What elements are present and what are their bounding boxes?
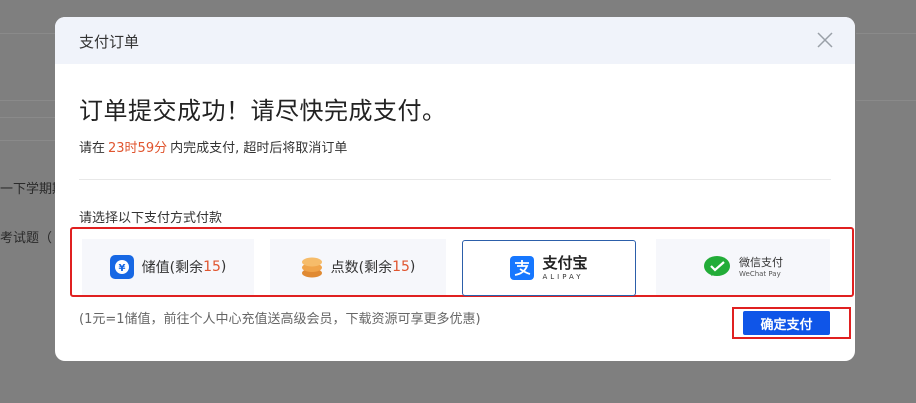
points-count: 15 <box>392 259 410 275</box>
background-divider <box>0 33 60 34</box>
wechat-sublabel: WeChat Pay <box>739 269 781 278</box>
alipay-sublabel: ALIPAY <box>542 272 584 281</box>
svg-text:¥: ¥ <box>118 263 125 274</box>
payment-method-label: 请选择以下支付方式付款 <box>79 211 223 226</box>
timer-suffix: 内完成支付, 超时后将取消订单 <box>170 141 348 156</box>
coins-icon <box>301 255 323 279</box>
dialog-header: 支付订单 <box>55 17 855 64</box>
divider <box>79 179 831 180</box>
points-label: 点数(剩余 <box>330 260 393 276</box>
page-title: 订单提交成功！请尽快完成支付。 <box>79 97 447 125</box>
payment-option-alipay[interactable]: 支付宝 ALIPAY <box>462 240 636 296</box>
timer-notice: 请在 23时59分 内完成支付, 超时后将取消订单 <box>79 137 347 156</box>
recharge-note: (1元=1储值，前往个人中心充值送高级会员，下载资源可享更多优惠) <box>79 312 481 327</box>
countdown-timer: 23时59分 <box>108 141 168 156</box>
confirm-payment-button[interactable]: 确定支付 <box>743 311 830 335</box>
payment-option-points[interactable]: 点数(剩余 15) <box>270 239 446 295</box>
payment-option-stored-value[interactable]: ¥ 储值(剩余 15) <box>82 239 254 295</box>
close-icon[interactable] <box>815 30 835 50</box>
background-text: 考试题（ <box>0 231 53 246</box>
stored-value-suffix: ) <box>220 259 227 275</box>
payment-dialog: 支付订单 订单提交成功！请尽快完成支付。 请在 23时59分 内完成支付, 超时后将… <box>55 17 855 361</box>
background-divider <box>856 33 916 34</box>
background-divider <box>856 100 916 101</box>
background-divider <box>0 117 60 118</box>
background-divider <box>0 140 60 141</box>
stored-value-icon: ¥ <box>109 255 134 279</box>
stored-value-count: 15 <box>203 259 221 275</box>
points-suffix: ) <box>409 259 416 275</box>
background-divider <box>0 100 60 101</box>
dialog-title: 支付订单 <box>79 33 140 51</box>
alipay-label: 支付宝 <box>542 253 588 272</box>
payment-option-wechat[interactable]: 微信支付 WeChat Pay <box>656 239 830 295</box>
alipay-icon <box>510 256 535 280</box>
stored-value-label: 储值(剩余 <box>141 260 204 276</box>
wechat-label: 微信支付 <box>739 255 783 269</box>
wechat-pay-icon <box>703 255 731 279</box>
timer-prefix: 请在 <box>79 141 106 156</box>
